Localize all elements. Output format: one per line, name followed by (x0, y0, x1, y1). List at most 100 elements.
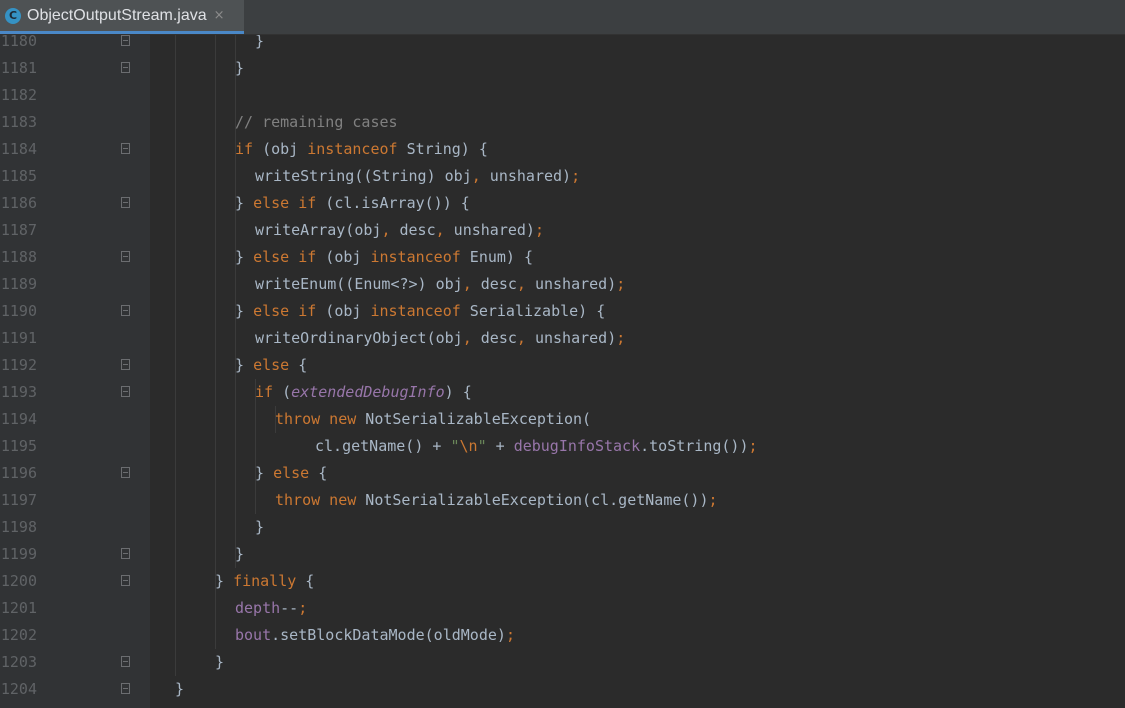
code-token: bout (235, 626, 272, 644)
code-text: } (235, 541, 244, 568)
code-line[interactable]: 1197 throw new NotSerializableException(c… (0, 487, 1125, 514)
code-line[interactable]: 1199} (0, 541, 1125, 568)
code-token: debugInfoStack (513, 437, 641, 455)
code-line[interactable]: 1204} (0, 676, 1125, 703)
code-line[interactable]: 1183 // remaining cases (0, 109, 1125, 136)
code-line[interactable]: 1192} else { (0, 352, 1125, 379)
code-token: unshared) (525, 329, 617, 347)
code-token: + (486, 437, 514, 455)
code-editor[interactable]: 1180} 1181} 1182 1183// remaining cases 1184… (0, 35, 1125, 708)
code-text: writeEnum((Enum<?>) obj, desc, unshared)… (255, 271, 625, 298)
code-text: depth--; (235, 595, 307, 622)
code-token: desc (471, 275, 517, 293)
code-token: (obj (316, 248, 371, 266)
code-token: .setBlockDataMode(oldMode) (271, 626, 506, 644)
code-text: if (extendedDebugInfo) { (255, 379, 472, 406)
line-number: 1200 (0, 572, 37, 590)
code-line[interactable]: 1191 writeOrdinaryObject(obj, desc, unsha… (0, 325, 1125, 352)
line-number: 1199 (0, 545, 37, 563)
tab-objectoutputstream-java[interactable]: C ObjectOutputStream.java × (0, 0, 244, 34)
code-token: String) { (397, 140, 488, 158)
editor-tab-bar: C ObjectOutputStream.java × (0, 0, 1125, 35)
code-token: , (435, 221, 445, 239)
line-number: 1193 (0, 383, 37, 401)
code-token: (obj (316, 302, 371, 320)
code-line[interactable]: 1198} (0, 514, 1125, 541)
code-token: ; (505, 626, 515, 644)
code-token: writeArray(obj (255, 221, 382, 239)
code-token: unshared) (480, 167, 572, 185)
code-line[interactable]: 1186} else if (cl.isArray()) { (0, 190, 1125, 217)
line-number: 1197 (0, 491, 37, 509)
tab-title: ObjectOutputStream.java (27, 6, 207, 24)
line-number: 1201 (0, 599, 37, 617)
code-token: { (309, 464, 328, 482)
code-line[interactable]: 1194 throw new NotSerializableException( (0, 406, 1125, 433)
code-token: } (235, 248, 254, 266)
code-line[interactable]: 1185 writeString((String) obj, unshared); (0, 163, 1125, 190)
code-token: } (235, 194, 254, 212)
code-token: ( (273, 383, 292, 401)
fold-marker-icon[interactable] (121, 467, 130, 478)
code-line[interactable]: 1184 if (obj instanceof String) { (0, 136, 1125, 163)
code-token: desc (471, 329, 517, 347)
code-token: \n (459, 437, 478, 455)
line-number: 1190 (0, 302, 37, 320)
code-token: writeOrdinaryObject(obj (255, 329, 463, 347)
code-token: } (215, 653, 225, 671)
code-line[interactable]: 1193 if (extendedDebugInfo) { (0, 379, 1125, 406)
code-token: (cl.isArray()) { (316, 194, 470, 212)
fold-marker-icon[interactable] (121, 197, 130, 208)
code-token: ; (616, 329, 626, 347)
fold-marker-icon[interactable] (121, 683, 130, 694)
code-token: throw new (275, 410, 357, 428)
fold-marker-icon[interactable] (121, 548, 130, 559)
fold-marker-icon[interactable] (121, 35, 130, 46)
code-token: finally (233, 572, 297, 590)
code-line[interactable]: 1203} (0, 649, 1125, 676)
code-token: " (450, 437, 460, 455)
close-icon[interactable]: × (214, 8, 225, 23)
fold-marker-icon[interactable] (121, 143, 130, 154)
code-text: // remaining cases (235, 109, 398, 136)
line-number: 1188 (0, 248, 37, 266)
fold-marker-icon[interactable] (121, 575, 130, 586)
code-token: { (296, 572, 315, 590)
code-line[interactable]: 1195 cl.getName() + "\n" + debugInfoStack… (0, 433, 1125, 460)
code-line[interactable]: 1196} else { (0, 460, 1125, 487)
line-number: 1184 (0, 140, 37, 158)
fold-marker-icon[interactable] (121, 62, 130, 73)
line-number: 1180 (0, 35, 37, 50)
code-text: } (255, 514, 264, 541)
line-number: 1204 (0, 680, 37, 698)
code-token: desc (390, 221, 436, 239)
line-number: 1187 (0, 221, 37, 239)
fold-marker-icon[interactable] (121, 656, 130, 667)
code-line[interactable]: 1187 writeArray(obj, desc, unshared); (0, 217, 1125, 244)
code-token: extendedDebugInfo (291, 383, 445, 401)
code-token: // remaining cases (235, 113, 398, 131)
line-number: 1202 (0, 626, 37, 644)
code-token: } (235, 302, 254, 320)
fold-marker-icon[interactable] (121, 359, 130, 370)
line-number: 1203 (0, 653, 37, 671)
code-text: } else if (cl.isArray()) { (235, 190, 470, 217)
code-line[interactable]: 1188} else if (obj instanceof Enum) { (0, 244, 1125, 271)
code-line[interactable]: 1181} (0, 55, 1125, 82)
fold-marker-icon[interactable] (121, 305, 130, 316)
code-line[interactable]: 1180} (0, 35, 1125, 55)
fold-marker-icon[interactable] (121, 386, 130, 397)
fold-marker-icon[interactable] (121, 251, 130, 262)
code-line[interactable]: 1201 depth--; (0, 595, 1125, 622)
code-token: , (516, 329, 526, 347)
code-token: { (289, 356, 308, 374)
code-token: cl.getName() + (315, 437, 451, 455)
code-token: depth (235, 599, 281, 617)
code-line[interactable]: 1182 (0, 82, 1125, 109)
code-token: if (255, 383, 274, 401)
code-line[interactable]: 1202 bout.setBlockDataMode(oldMode); (0, 622, 1125, 649)
code-token: ; (708, 491, 718, 509)
code-line[interactable]: 1200} finally { (0, 568, 1125, 595)
code-line[interactable]: 1190} else if (obj instanceof Serializab… (0, 298, 1125, 325)
code-line[interactable]: 1189 writeEnum((Enum<?>) obj, desc, unsha… (0, 271, 1125, 298)
